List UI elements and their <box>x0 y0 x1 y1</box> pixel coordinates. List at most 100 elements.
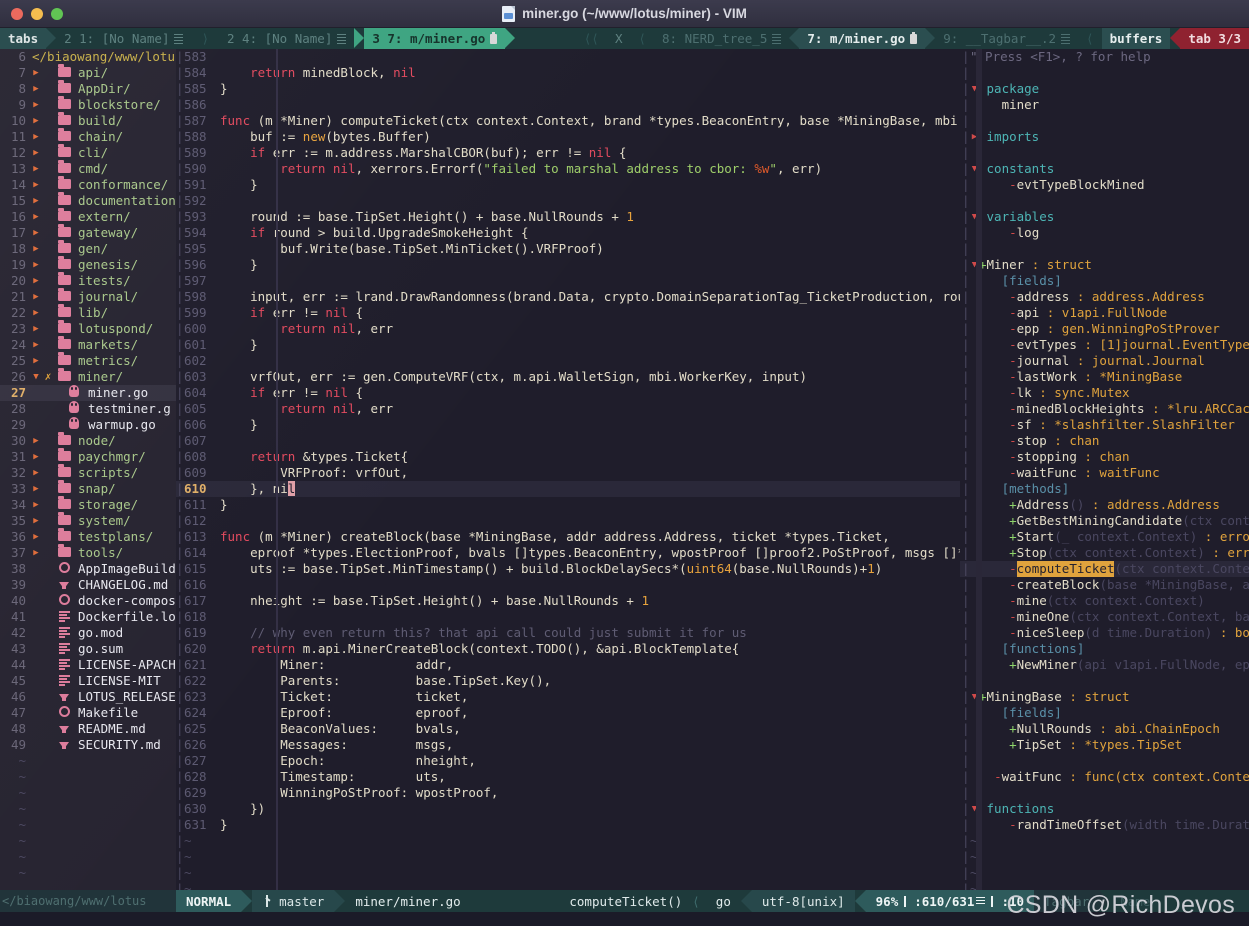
tagbar-tag-name[interactable]: log <box>1017 225 1040 241</box>
nerdtree-file-row[interactable]: 40 docker-compos <box>0 593 176 609</box>
code-editor[interactable]: | 583 | 584 return minedBlock, nil | 585} | 586… <box>176 49 960 890</box>
code-line[interactable]: | 586 <box>176 97 960 113</box>
tagbar-tag-name[interactable]: computeTicket <box>1016 561 1115 577</box>
tagbar-tag-row[interactable]: | +Stop(ctx context.Context) : error <box>960 545 1249 561</box>
chevron-right-icon[interactable]: ▶ <box>30 481 42 497</box>
tab-3-active[interactable]: 3 7: m/miner.go <box>364 28 506 49</box>
code-line[interactable]: | 614 eproof *types.ElectionProof, bvals … <box>176 545 960 561</box>
code-line[interactable]: | 597 <box>176 273 960 289</box>
code-line[interactable]: | 619 // why even return this? that api c… <box>176 625 960 641</box>
tagbar-head-row[interactable]: | ▼ constants <box>960 161 1249 177</box>
buffer-close-label[interactable]: X <box>606 28 631 49</box>
code-line[interactable]: | 592 <box>176 193 960 209</box>
tagbar-tag-name[interactable]: TipSet <box>1017 737 1062 753</box>
tagbar-tag-name[interactable]: NewMiner <box>1017 657 1077 673</box>
tagbar-tag-row[interactable]: | - journal : journal.Journal <box>960 353 1249 369</box>
tagbar-tag-row[interactable]: | - evtTypes : [1]journal.EventType <box>960 337 1249 353</box>
tagbar-tag-row[interactable]: | -randTimeOffset(width time.Duration) <box>960 817 1249 833</box>
nerdtree-dir-row[interactable]: 36 ▶ testplans/ <box>0 528 176 545</box>
chevron-right-icon[interactable]: ▶ <box>30 241 42 257</box>
tab-2[interactable]: 2 4: [No Name] <box>219 28 355 49</box>
code-lines[interactable]: | 583 | 584 return minedBlock, nil | 585} | 586… <box>176 49 960 833</box>
tagbar-tag-row[interactable]: | -niceSleep(d time.Duration) : bool <box>960 625 1249 641</box>
nerdtree-dir-row[interactable]: 33 ▶ snap/ <box>0 480 176 497</box>
tagbar-tag-name[interactable]: NullRounds <box>1017 721 1092 737</box>
tagbar-tag-name[interactable]: Stop <box>1017 545 1047 561</box>
nerdtree-dir-row[interactable]: 13 ▶ cmd/ <box>0 160 176 177</box>
code-line[interactable]: | 621 Miner: addr, <box>176 657 960 673</box>
code-line[interactable]: | 585} <box>176 81 960 97</box>
maximize-button[interactable] <box>51 7 63 20</box>
nerdtree-dir-row[interactable]: 37 ▶ tools/ <box>0 544 176 561</box>
chevron-right-icon[interactable]: ▶ <box>30 449 42 465</box>
chevron-right-icon[interactable]: ▶ <box>30 321 42 337</box>
code-line[interactable]: | 591 } <box>176 177 960 193</box>
tagbar-tag-name[interactable]: journal <box>1017 353 1070 369</box>
code-line[interactable]: | 600 return nil, err <box>176 321 960 337</box>
tagbar-tag-name[interactable]: api <box>1017 305 1040 321</box>
code-line[interactable]: | 615 uts := base.TipSet.MinTimestamp() +… <box>176 561 960 577</box>
nerdtree-dir-row[interactable]: 31 ▶ paychmgr/ <box>0 448 176 465</box>
close-button[interactable] <box>11 7 23 20</box>
tagbar-sub-row[interactable]: | [fields] <box>960 273 1249 289</box>
tagbar-tag-name[interactable]: createBlock <box>1017 577 1100 593</box>
chevron-right-icon[interactable]: ▶ <box>30 513 42 529</box>
code-line[interactable]: | 583 <box>176 49 960 65</box>
nerdtree-dir-row[interactable]: 17 ▶ gateway/ <box>0 224 176 241</box>
chevron-right-icon[interactable]: ▶ <box>30 145 42 161</box>
tagbar-tag-row[interactable]: | - lk : sync.Mutex <box>960 385 1249 401</box>
nerdtree-file-row[interactable]: 46 LOTUS_RELEASE <box>0 689 176 705</box>
nerdtree-dir-row[interactable]: 26 ▼ ✗ miner/ <box>0 368 176 385</box>
nerdtree-dir-row[interactable]: 9 ▶ blockstore/ <box>0 96 176 113</box>
tagbar-tag-row[interactable]: | +NewMiner(api v1api.FullNode, epp gen <box>960 657 1249 673</box>
tagbar-tag-row[interactable]: | + Address() : address.Address <box>960 497 1249 513</box>
nerdtree-dir-row[interactable]: 32 ▶ scripts/ <box>0 464 176 481</box>
code-line[interactable]: | 607 <box>176 433 960 449</box>
chevron-right-icon[interactable]: ▶ <box>30 113 42 129</box>
nerdtree-panel[interactable]: 6 </biaowang/www/lotus/ 7 ▶ api/8 ▶ AppDir/9… <box>0 49 176 890</box>
tab-bar[interactable]: tabs 2 1: [No Name] ⟩ 2 4: [No Name] 3 7… <box>0 28 1249 49</box>
tagbar-tag-row[interactable]: | + TipSet : *types.TipSet <box>960 737 1249 753</box>
tagbar-tag-row[interactable]: | - stop : chan <box>960 433 1249 449</box>
code-line[interactable]: | 611} <box>176 497 960 513</box>
tagbar-head-row[interactable]: | ▼ package <box>960 81 1249 97</box>
tagbar-tag-name[interactable]: lastWork <box>1017 369 1077 385</box>
code-line[interactable]: | 590 return nil, xerrors.Errorf("failed … <box>176 161 960 177</box>
nerdtree-file-row[interactable]: 39 CHANGELOG.md <box>0 577 176 593</box>
chevron-right-icon[interactable]: ▶ <box>30 161 42 177</box>
nerdtree-file-row[interactable]: 38 AppImageBuild <box>0 561 176 577</box>
chevron-right-icon[interactable]: ▶ <box>30 433 42 449</box>
tagbar-tag-row[interactable]: | - evtTypeBlockMined <box>960 177 1249 193</box>
nerdtree-dir-row[interactable]: 22 ▶ lib/ <box>0 304 176 321</box>
tagbar-tag-name[interactable]: mine <box>1017 593 1047 609</box>
code-line[interactable]: | 601 } <box>176 337 960 353</box>
tagbar-sub-row[interactable]: | [fields] <box>960 705 1249 721</box>
nerdtree-file-row[interactable]: 48 README.md <box>0 721 176 737</box>
tagbar-sub-row[interactable]: | [methods] <box>960 481 1249 497</box>
tagbar-tag-name[interactable]: stop <box>1017 433 1047 449</box>
tagbar-tag-name[interactable]: niceSleep <box>1017 625 1085 641</box>
code-line[interactable]: | 589 if err := m.address.MarshalCBOR(buf… <box>176 145 960 161</box>
nerdtree-dir-row[interactable]: 23 ▶ lotuspond/ <box>0 320 176 337</box>
buffer-9[interactable]: 9: __Tagbar__.2 <box>935 28 1079 49</box>
code-line[interactable]: | 609 VRFProof: vrfOut, <box>176 465 960 481</box>
nerdtree-dir-row[interactable]: 25 ▶ metrics/ <box>0 352 176 369</box>
tagbar-tag-row[interactable]: | - waitFunc : waitFunc <box>960 465 1249 481</box>
code-line[interactable]: | 617 nheight := base.TipSet.Height() + b… <box>176 593 960 609</box>
tagbar-head-row[interactable]: | ▼ functions <box>960 801 1249 817</box>
code-line[interactable]: | 593 round := base.TipSet.Height() + bas… <box>176 209 960 225</box>
code-line[interactable]: | 618 <box>176 609 960 625</box>
nerdtree-file-row[interactable]: 43 go.sum <box>0 641 176 657</box>
minimize-button[interactable] <box>31 7 43 20</box>
tagbar-head-row[interactable]: | ▼ variables <box>960 209 1249 225</box>
chevron-right-icon[interactable]: ▶ <box>30 305 42 321</box>
chevron-right-icon[interactable]: ▶ <box>30 81 42 97</box>
chevron-right-icon[interactable]: ▶ <box>30 529 42 545</box>
chevron-right-icon[interactable]: ▶ <box>30 257 42 273</box>
code-line[interactable]: | 602 <box>176 353 960 369</box>
nerdtree-dir-row[interactable]: 12 ▶ cli/ <box>0 144 176 161</box>
nerdtree-dir-row[interactable]: 19 ▶ genesis/ <box>0 256 176 273</box>
tagbar-tag-row[interactable]: | - stopping : chan <box>960 449 1249 465</box>
nerdtree-file-row[interactable]: 29 warmup.go <box>0 417 176 433</box>
code-line[interactable]: | 606 } <box>176 417 960 433</box>
